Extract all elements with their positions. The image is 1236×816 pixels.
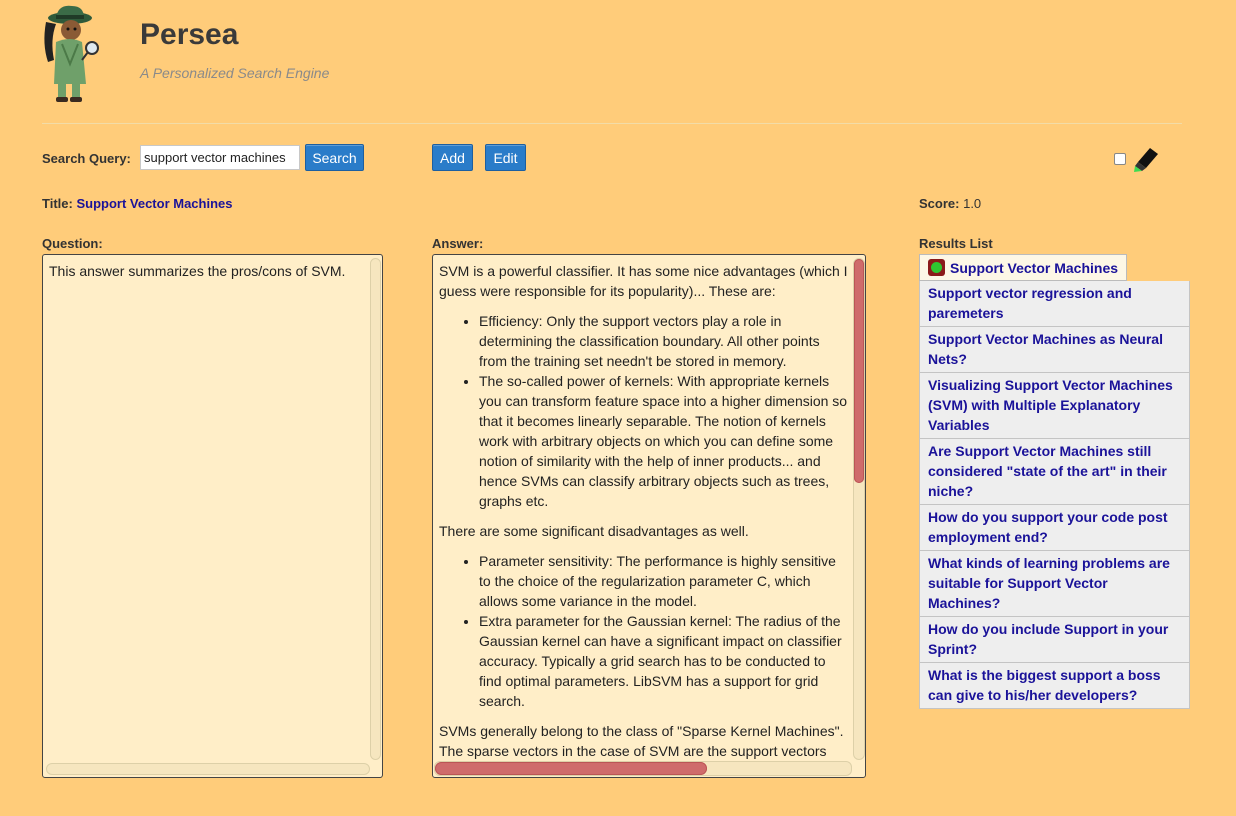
results-list-label: Results List (919, 236, 993, 251)
answer-middle: There are some significant disadvantages… (439, 523, 749, 539)
highlighter-icon[interactable] (1128, 144, 1160, 174)
score-row: Score: 1.0 (919, 196, 981, 211)
score-value: 1.0 (963, 196, 982, 211)
score-label: Score: (919, 196, 960, 211)
detective-logo (44, 5, 99, 102)
question-text: This answer summarizes the pros/cons of … (49, 263, 346, 279)
answer-textarea[interactable]: SVM is a powerful classifier. It has som… (432, 254, 866, 778)
search-query-label: Search Query: (42, 151, 131, 166)
result-item[interactable]: What kinds of learning problems are suit… (919, 551, 1190, 617)
answer-vertical-scroll-thumb[interactable] (854, 259, 864, 483)
answer-intro: SVM is a powerful classifier. It has som… (439, 263, 848, 299)
highlight-checkbox[interactable] (1114, 153, 1126, 165)
question-vertical-scrollbar[interactable] (370, 258, 381, 760)
answer-vertical-scrollbar[interactable] (853, 258, 865, 760)
result-item-selected[interactable]: Support Vector Machines (919, 254, 1128, 281)
result-item[interactable]: How do you support your code post employ… (919, 505, 1190, 551)
app-subtitle: A Personalized Search Engine (140, 65, 330, 81)
list-item: The so-called power of kernels: With app… (479, 371, 849, 511)
add-button[interactable]: Add (432, 144, 473, 171)
list-item: Parameter sensitivity: The performance i… (479, 551, 849, 611)
result-item[interactable]: Visualizing Support Vector Machines (SVM… (919, 373, 1190, 439)
question-textarea[interactable]: This answer summarizes the pros/cons of … (42, 254, 383, 778)
answer-horizontal-scrollbar[interactable] (434, 761, 852, 776)
answer-outro: SVMs generally belong to the class of "S… (439, 723, 844, 759)
advantages-list: Efficiency: Only the support vectors pla… (439, 311, 849, 511)
header-divider (42, 123, 1182, 124)
selected-result-icon (928, 259, 945, 276)
answer-label: Answer: (432, 236, 484, 251)
edit-button[interactable]: Edit (485, 144, 526, 171)
answer-horizontal-scroll-thumb[interactable] (435, 762, 707, 775)
result-item[interactable]: Support vector regression and paremeters (919, 281, 1190, 327)
list-item: Efficiency: Only the support vectors pla… (479, 311, 849, 371)
document-title-row: Title: Support Vector Machines (42, 196, 233, 211)
result-item[interactable]: How do you include Support in your Sprin… (919, 617, 1190, 663)
result-item[interactable]: Are Support Vector Machines still consid… (919, 439, 1190, 505)
title-label: Title: (42, 196, 73, 211)
result-item[interactable]: Support Vector Machines as Neural Nets? (919, 327, 1190, 373)
disadvantages-list: Parameter sensitivity: The performance i… (439, 551, 849, 711)
answer-text: SVM is a powerful classifier. It has som… (439, 261, 849, 771)
results-list: Support Vector Machines Support vector r… (919, 254, 1190, 709)
list-item: Extra parameter for the Gaussian kernel:… (479, 611, 849, 711)
document-title-link[interactable]: Support Vector Machines (76, 196, 232, 211)
search-input[interactable] (140, 145, 300, 170)
result-item-label: Support Vector Machines (950, 259, 1119, 276)
app-title: Persea (140, 18, 239, 51)
question-horizontal-scrollbar[interactable] (46, 763, 370, 775)
search-button[interactable]: Search (305, 144, 364, 171)
question-label: Question: (42, 236, 103, 251)
result-item[interactable]: What is the biggest support a boss can g… (919, 663, 1190, 709)
